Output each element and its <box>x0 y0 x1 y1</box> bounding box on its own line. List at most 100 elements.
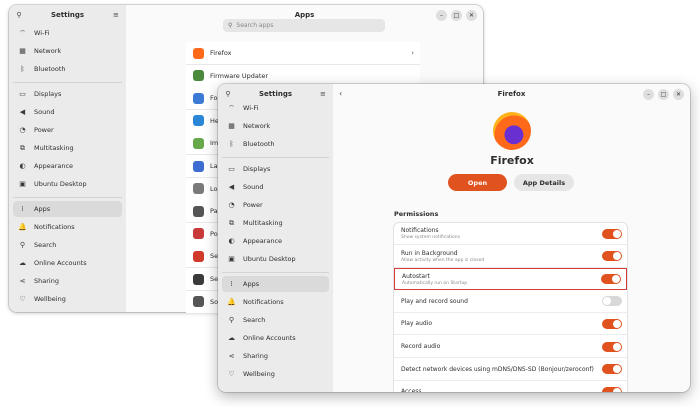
maximize-icon[interactable]: □ <box>451 10 462 21</box>
nav-separator <box>222 272 329 273</box>
permission-toggle[interactable] <box>602 341 622 352</box>
close-icon[interactable]: ✕ <box>466 10 477 21</box>
search-icon[interactable]: ⚲ <box>224 90 232 98</box>
nav-separator <box>13 82 122 83</box>
sidebar-item-label: Bluetooth <box>34 65 66 73</box>
sidebar-item-multitasking[interactable]: ⧉ Multitasking <box>222 215 329 231</box>
sidebar-item-label: Bluetooth <box>243 140 275 148</box>
app-icon <box>193 273 204 285</box>
close-icon[interactable]: ✕ <box>673 89 684 100</box>
wellbeing-icon: ♡ <box>19 295 26 303</box>
app-label: Se <box>210 252 219 261</box>
sidebar-item-search[interactable]: ⚲ Search <box>13 237 122 253</box>
app-label: Po <box>210 229 218 238</box>
search-icon: ⚲ <box>19 241 26 249</box>
display-icon: ▭ <box>19 90 26 98</box>
sidebar-item-appearance[interactable]: ◐ Appearance <box>222 233 329 249</box>
sidebar-item-label: Wi-Fi <box>34 29 50 37</box>
sidebar-item-notifications[interactable]: 🔔 Notifications <box>222 294 329 310</box>
sidebar-item-displays[interactable]: ▭ Displays <box>13 86 122 102</box>
sidebar-item-notifications[interactable]: 🔔 Notifications <box>13 219 122 235</box>
sidebar-item-label: Power <box>243 201 263 209</box>
minimize-icon[interactable]: – <box>643 89 654 100</box>
search-apps-input[interactable]: ⚲ Search apps <box>223 19 385 32</box>
permission-title: Access... <box>401 388 428 392</box>
sidebar-item-label: Network <box>243 122 271 130</box>
appearance-icon: ◐ <box>19 162 26 170</box>
sidebar-item-label: Multitasking <box>243 219 283 227</box>
cloud-icon: ☁ <box>228 334 235 342</box>
sidebar-item-power[interactable]: ◔ Power <box>222 197 329 213</box>
sidebar-item-label: Notifications <box>243 298 284 306</box>
permission-toggle[interactable] <box>602 318 622 329</box>
permission-title: Run in Background <box>401 249 458 257</box>
sidebar-item-network[interactable]: ▦ Network <box>222 118 329 134</box>
sidebar-item-bluetooth[interactable]: ᛒ Bluetooth <box>13 61 122 77</box>
permission-toggle[interactable] <box>602 364 622 375</box>
sidebar-item-network[interactable]: ▦ Network <box>13 43 122 59</box>
app-icon <box>193 92 204 104</box>
sidebar-item-multitasking[interactable]: ⧉ Multitasking <box>13 140 122 156</box>
permission-subtitle: Allow activity when the app is closed <box>401 257 485 263</box>
sidebar-item-label: Search <box>34 241 57 249</box>
sidebar-item-online-accounts[interactable]: ☁ Online Accounts <box>13 255 122 271</box>
sidebar-item-wellbeing[interactable]: ♡ Wellbeing <box>13 291 122 307</box>
search-icon[interactable]: ⚲ <box>15 11 23 19</box>
sidebar-item-sound[interactable]: ◀ Sound <box>13 104 122 120</box>
sidebar-item-search[interactable]: ⚲ Search <box>222 312 329 328</box>
sidebar-item-label: Ubuntu Desktop <box>243 255 296 263</box>
back-sidebar: ⚲ Settings ≡ ⌔ Wi-Fi ▦ Network ᛒ Bluetooth ▭ Di… <box>9 5 126 312</box>
sidebar-item-displays[interactable]: ▭ Displays <box>222 161 329 177</box>
app-icon <box>193 228 204 240</box>
front-settings-window: ⚲ Settings ≡ ⌔ Wi-Fi ▦ Network ᛒ Bluetooth ▭ Di… <box>218 84 690 392</box>
permission-row-record-audio: Record audio <box>394 336 627 358</box>
permission-toggle[interactable] <box>602 296 622 307</box>
permission-row-run-in-background: Run in Background Allow activity when the… <box>394 246 627 268</box>
app-row-firefox[interactable]: Firefox › <box>186 42 420 65</box>
sidebar-item-appearance[interactable]: ◐ Appearance <box>13 158 122 174</box>
permission-toggle[interactable] <box>602 228 622 239</box>
sidebar-item-label: Online Accounts <box>243 334 296 342</box>
sidebar-item-sharing[interactable]: ⋖ Sharing <box>222 348 329 364</box>
cloud-icon: ☁ <box>19 259 26 267</box>
front-main-title: Firefox <box>497 90 526 98</box>
sidebar-item-wellbeing[interactable]: ♡ Wellbeing <box>222 366 329 382</box>
sidebar-item-wi-fi[interactable]: ⌔ Wi-Fi <box>222 100 329 116</box>
permission-row-autostart: Autostart Automatically run on Startup <box>394 268 627 291</box>
open-button[interactable]: Open <box>448 174 507 191</box>
sidebar-item-apps[interactable]: ⁞ Apps <box>222 276 329 292</box>
sidebar-item-label: Ubuntu Desktop <box>34 180 87 188</box>
permission-title: Play and record sound <box>401 297 468 305</box>
sidebar-item-label: Wi-Fi <box>243 104 259 112</box>
app-details-button[interactable]: App Details <box>514 174 574 191</box>
multitasking-icon: ⧉ <box>20 143 25 152</box>
permission-toggle[interactable] <box>602 386 622 392</box>
sidebar-item-label: Sharing <box>34 277 59 285</box>
sidebar-item-wi-fi[interactable]: ⌔ Wi-Fi <box>13 25 122 41</box>
sidebar-item-label: Apps <box>243 280 260 288</box>
share-icon: ⋖ <box>228 352 235 360</box>
sidebar-item-ubuntu-desktop[interactable]: ▣ Ubuntu Desktop <box>222 251 329 267</box>
sidebar-item-label: Apps <box>34 205 51 213</box>
apps-grid-icon: ⁞ <box>230 280 233 288</box>
permission-toggle[interactable] <box>601 274 621 285</box>
app-icon <box>193 183 204 195</box>
permission-toggle[interactable] <box>602 251 622 262</box>
maximize-icon[interactable]: □ <box>658 89 669 100</box>
hamburger-menu-icon[interactable]: ≡ <box>112 11 120 19</box>
sidebar-item-apps[interactable]: ⁞ Apps <box>13 201 122 217</box>
sidebar-item-sharing[interactable]: ⋖ Sharing <box>13 273 122 289</box>
hamburger-menu-icon[interactable]: ≡ <box>319 90 327 98</box>
app-label: So <box>210 297 219 306</box>
desktop-icon: ▣ <box>228 255 235 263</box>
sidebar-item-ubuntu-desktop[interactable]: ▣ Ubuntu Desktop <box>13 176 122 192</box>
sidebar-item-bluetooth[interactable]: ᛒ Bluetooth <box>222 136 329 152</box>
display-icon: ▭ <box>228 165 235 173</box>
sidebar-item-power[interactable]: ◔ Power <box>13 122 122 138</box>
minimize-icon[interactable]: – <box>436 10 447 21</box>
sidebar-item-online-accounts[interactable]: ☁ Online Accounts <box>222 330 329 346</box>
back-sidebar-title: Settings <box>50 11 85 19</box>
sidebar-item-sound[interactable]: ◀ Sound <box>222 179 329 195</box>
app-icon <box>193 205 204 217</box>
back-sidebar-header: ⚲ Settings ≡ <box>9 5 126 25</box>
